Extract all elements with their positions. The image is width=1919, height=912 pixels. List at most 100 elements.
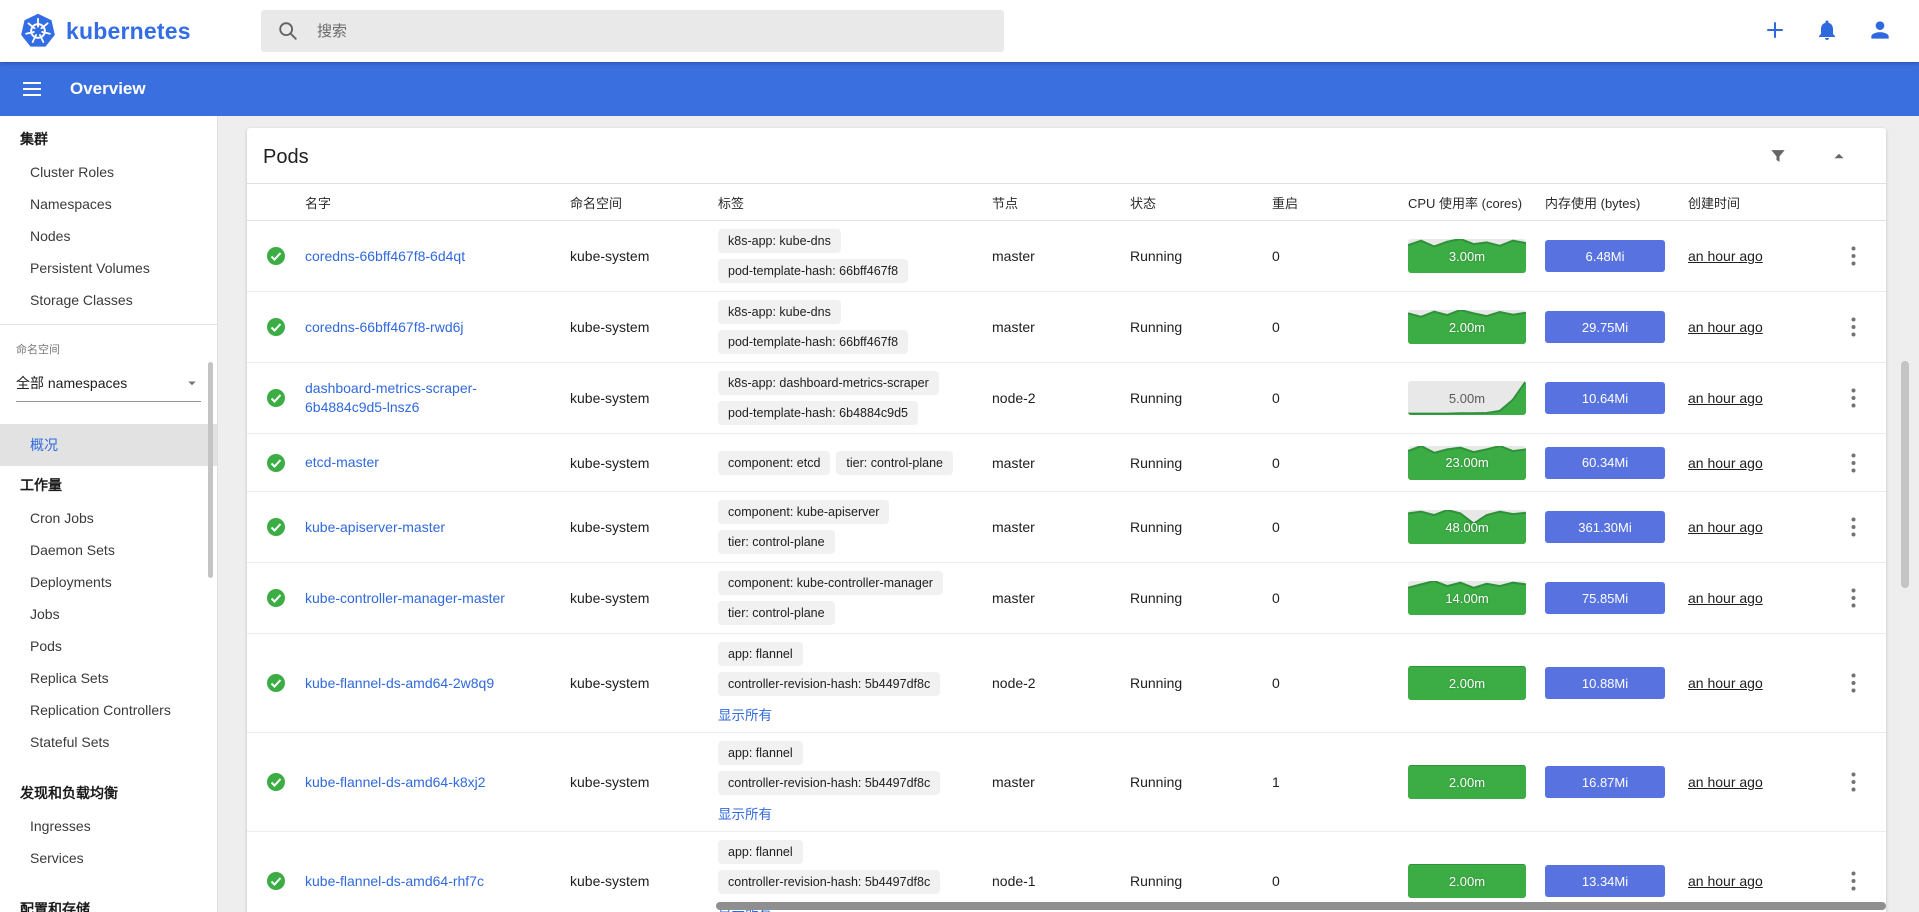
row-menu-button[interactable]	[1839, 584, 1867, 612]
collapse-card-button[interactable]	[1828, 145, 1850, 170]
sidebar-item[interactable]: Daemon Sets	[0, 534, 217, 566]
row-menu-button[interactable]	[1839, 513, 1867, 541]
search-bar[interactable]	[261, 10, 1004, 52]
sidebar-item[interactable]: Replica Sets	[0, 662, 217, 694]
memory-usage-bar: 6.48Mi	[1545, 240, 1665, 272]
notifications-bell-button[interactable]	[1815, 18, 1839, 45]
pod-label-chip: app: flannel	[718, 840, 803, 864]
sidebar: 集群 Cluster RolesNamespacesNodesPersisten…	[0, 116, 218, 912]
sidebar-item[interactable]: Ingresses	[0, 810, 217, 842]
row-menu-button[interactable]	[1839, 768, 1867, 796]
pods-table-body: coredns-66bff467f8-6d4qt kube-system k8s…	[247, 221, 1886, 912]
show-all-labels-link[interactable]: 显示所有	[718, 704, 982, 724]
sidebar-item[interactable]: Persistent Volumes	[0, 252, 217, 284]
pod-memory-cell: 10.88Mi	[1545, 667, 1688, 699]
namespace-select[interactable]: 全部 namespaces	[16, 373, 201, 402]
pod-name-link[interactable]: kube-flannel-ds-amd64-k8xj2	[305, 773, 486, 792]
memory-usage-bar: 10.64Mi	[1545, 382, 1665, 414]
status-ok-icon	[266, 246, 286, 266]
cpu-usage-sparkline: 5.00m	[1408, 381, 1526, 415]
pod-name-link[interactable]: dashboard-metrics-scraper-6b4884c9d5-lns…	[305, 379, 555, 417]
sidebar-item[interactable]: Cluster Roles	[0, 156, 217, 188]
memory-usage-bar: 10.88Mi	[1545, 667, 1665, 699]
search-input[interactable]	[317, 10, 1004, 52]
pod-table-row: kube-flannel-ds-amd64-k8xj2 kube-system …	[247, 733, 1886, 832]
memory-usage-bar: 29.75Mi	[1545, 311, 1665, 343]
pod-label-chips: k8s-app: kube-dnspod-template-hash: 66bf…	[718, 300, 982, 354]
pod-node: master	[992, 590, 1130, 606]
pod-name-link[interactable]: coredns-66bff467f8-6d4qt	[305, 247, 465, 266]
sidebar-item[interactable]: Nodes	[0, 220, 217, 252]
pod-name-link[interactable]: kube-apiserver-master	[305, 518, 445, 537]
pod-table-row: dashboard-metrics-scraper-6b4884c9d5-lns…	[247, 363, 1886, 434]
sidebar-item-overview[interactable]: 概况	[0, 424, 217, 466]
sidebar-item[interactable]: Stateful Sets	[0, 726, 217, 758]
column-header-restarts[interactable]: 重启	[1272, 193, 1408, 212]
pod-node: node-2	[992, 390, 1130, 406]
pod-created: an hour ago	[1688, 390, 1820, 406]
sidebar-item[interactable]: Replication Controllers	[0, 694, 217, 726]
pod-label-chip: pod-template-hash: 66bff467f8	[718, 259, 908, 283]
pod-label-chip: pod-template-hash: 6b4884c9d5	[718, 401, 918, 425]
pod-name-link[interactable]: kube-flannel-ds-amd64-2w8q9	[305, 674, 494, 693]
pod-node: node-1	[992, 873, 1130, 889]
row-menu-button[interactable]	[1839, 313, 1867, 341]
status-ok-icon	[266, 388, 286, 408]
memory-usage-value: 13.34Mi	[1582, 874, 1628, 889]
topbar-actions	[1763, 0, 1893, 62]
pod-labels: component: etcdtier: control-plane 显示所有	[718, 451, 992, 475]
pod-labels: component: kube-apiservertier: control-p…	[718, 500, 992, 554]
sidebar-item[interactable]: Services	[0, 842, 217, 874]
horizontal-scrollbar-thumb[interactable]	[716, 902, 1886, 910]
pod-label-chips: app: flannelcontroller-revision-hash: 5b…	[718, 840, 982, 894]
pod-name-link[interactable]: etcd-master	[305, 453, 379, 472]
user-account-button[interactable]	[1867, 17, 1893, 46]
memory-usage-bar: 361.30Mi	[1545, 511, 1665, 543]
filter-icon[interactable]	[1768, 146, 1788, 169]
memory-usage-value: 10.64Mi	[1582, 391, 1628, 406]
column-header-created[interactable]: 创建时间	[1688, 193, 1820, 212]
sidebar-item[interactable]: Jobs	[0, 598, 217, 630]
pod-label-chip: component: etcd	[718, 451, 830, 475]
pod-labels: app: flannelcontroller-revision-hash: 5b…	[718, 741, 992, 823]
pod-namespace: kube-system	[570, 519, 718, 535]
sidebar-item[interactable]: Deployments	[0, 566, 217, 598]
pod-labels: app: flannelcontroller-revision-hash: 5b…	[718, 642, 992, 724]
pod-created: an hour ago	[1688, 774, 1820, 790]
sidebar-scrollbar-thumb[interactable]	[208, 362, 213, 578]
row-menu-button[interactable]	[1839, 242, 1867, 270]
pod-cpu-cell: 48.00m	[1408, 510, 1545, 544]
pod-node: node-2	[992, 675, 1130, 691]
row-menu-button[interactable]	[1839, 669, 1867, 697]
pod-cpu-cell: 23.00m	[1408, 446, 1545, 480]
vertical-scrollbar-thumb[interactable]	[1901, 361, 1909, 588]
status-ok-icon	[266, 317, 286, 337]
pod-memory-cell: 361.30Mi	[1545, 511, 1688, 543]
pod-memory-cell: 10.64Mi	[1545, 382, 1688, 414]
pod-label-chip: tier: control-plane	[718, 601, 835, 625]
sidebar-item[interactable]: Storage Classes	[0, 284, 217, 316]
pod-table-row: kube-flannel-ds-amd64-2w8q9 kube-system …	[247, 634, 1886, 733]
show-all-labels-link[interactable]: 显示所有	[718, 803, 982, 823]
pod-name-link[interactable]: kube-controller-manager-master	[305, 589, 505, 608]
status-ok-icon	[266, 588, 286, 608]
cpu-usage-value: 48.00m	[1408, 510, 1526, 544]
column-header-namespace[interactable]: 命名空间	[570, 193, 718, 212]
create-resource-button[interactable]	[1763, 18, 1787, 45]
kubernetes-brand[interactable]: kubernetes	[20, 13, 191, 49]
column-header-status[interactable]: 状态	[1130, 193, 1272, 212]
sidebar-item[interactable]: Namespaces	[0, 188, 217, 220]
sidebar-item[interactable]: Pods	[0, 630, 217, 662]
pod-label-chips: k8s-app: kube-dnspod-template-hash: 66bf…	[718, 229, 982, 283]
pod-cpu-cell: 2.00m	[1408, 864, 1545, 898]
column-header-node[interactable]: 节点	[992, 193, 1130, 212]
pod-table-row: coredns-66bff467f8-rwd6j kube-system k8s…	[247, 292, 1886, 363]
pod-name-link[interactable]: kube-flannel-ds-amd64-rhf7c	[305, 872, 484, 891]
column-header-name[interactable]: 名字	[305, 193, 570, 212]
row-menu-button[interactable]	[1839, 867, 1867, 895]
hamburger-menu-button[interactable]	[20, 77, 44, 101]
row-menu-button[interactable]	[1839, 384, 1867, 412]
sidebar-item[interactable]: Cron Jobs	[0, 502, 217, 534]
row-menu-button[interactable]	[1839, 449, 1867, 477]
pod-name-link[interactable]: coredns-66bff467f8-rwd6j	[305, 318, 464, 337]
